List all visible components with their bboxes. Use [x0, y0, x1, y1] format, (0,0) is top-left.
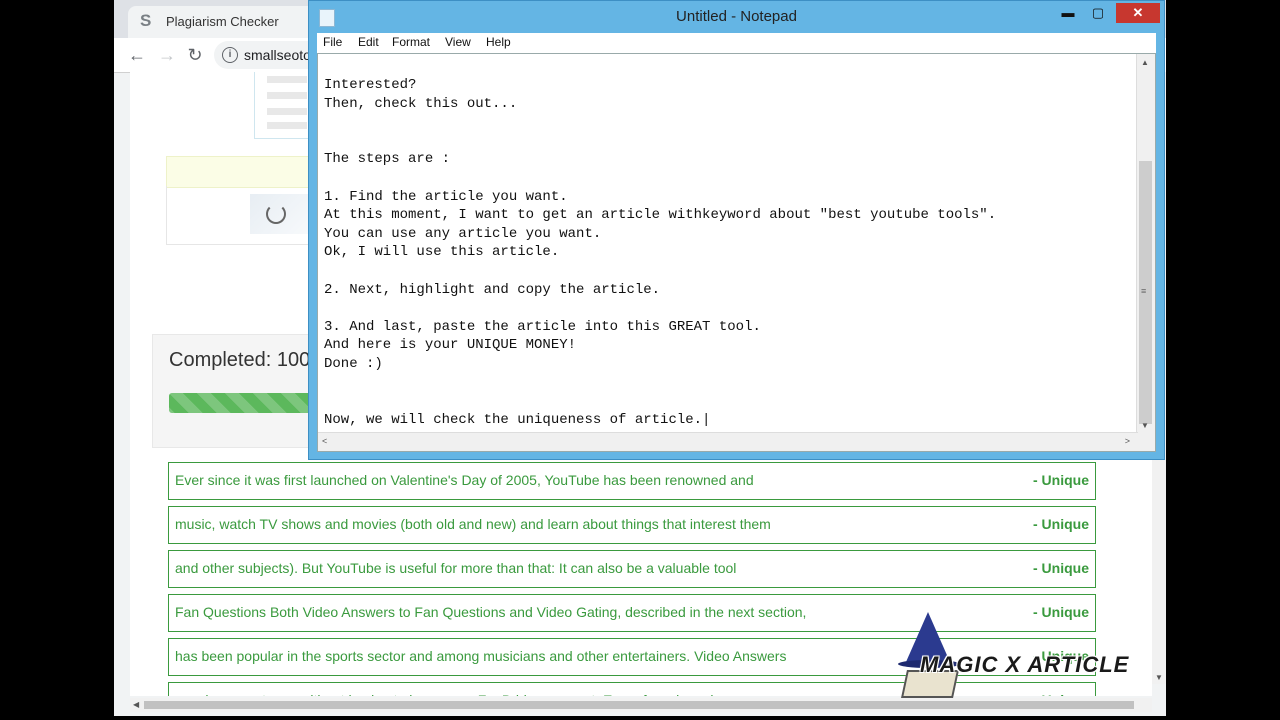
scroll-right-icon[interactable]: >: [1125, 436, 1130, 446]
browser-tab[interactable]: S Plagiarism Checker: [128, 6, 318, 38]
page-horizontal-scroll-thumb[interactable]: [144, 701, 1134, 709]
placeholder-line: [267, 122, 307, 129]
forward-icon[interactable]: →: [156, 44, 178, 66]
result-text: Fan Questions Both Video Answers to Fan …: [175, 604, 807, 620]
loading-spinner-icon: [266, 204, 286, 224]
menu-format[interactable]: Format: [392, 35, 430, 49]
info-icon[interactable]: i: [222, 47, 238, 63]
result-status-badge: - Unique: [1033, 560, 1089, 576]
magic-x-article-logo: MAGIC X ARTICLE: [890, 612, 1130, 702]
placeholder-line: [267, 76, 307, 83]
placeholder-line: [267, 108, 307, 115]
minimize-button[interactable]: ▬: [1056, 3, 1080, 23]
smallseotools-logo-icon: S: [140, 11, 152, 30]
notepad-horizontal-scrollbar[interactable]: < >: [318, 432, 1138, 451]
result-status-badge: - Unique: [1033, 472, 1089, 488]
scroll-left-icon[interactable]: <: [322, 436, 327, 446]
result-row: music, watch TV shows and movies (both o…: [168, 506, 1096, 544]
size-grip[interactable]: [1137, 433, 1155, 451]
menu-file[interactable]: File: [323, 35, 342, 49]
result-status-badge: - Unique: [1033, 516, 1089, 532]
tab-title: Plagiarism Checker: [166, 14, 279, 29]
result-text: has been popular in the sports sector an…: [175, 648, 787, 664]
scroll-grip-icon: ≡: [1141, 286, 1147, 296]
result-row: and other subjects). But YouTube is usef…: [168, 550, 1096, 588]
scroll-down-icon[interactable]: ▼: [1141, 421, 1149, 430]
logo-text: MAGIC X ARTICLE: [920, 652, 1130, 677]
menu-help[interactable]: Help: [486, 35, 511, 49]
scroll-left-icon[interactable]: ◀: [133, 700, 139, 709]
menu-view[interactable]: View: [445, 35, 471, 49]
notepad-vertical-scrollbar[interactable]: ▲ ≡ ▼: [1136, 54, 1155, 434]
result-row: Ever since it was first launched on Vale…: [168, 462, 1096, 500]
notepad-edit-area[interactable]: Interested? Then, check this out... The …: [317, 53, 1156, 452]
menu-edit[interactable]: Edit: [358, 35, 379, 49]
notepad-title: Untitled - Notepad: [676, 8, 797, 25]
scroll-down-icon[interactable]: ▼: [1155, 673, 1163, 682]
result-text: music, watch TV shows and movies (both o…: [175, 516, 771, 532]
scroll-up-icon[interactable]: ▲: [1141, 58, 1149, 67]
result-text: may have sent you, without having to lea…: [175, 692, 763, 696]
placeholder-line: [267, 92, 307, 99]
notepad-title-bar[interactable]: Untitled - Notepad ▬ ▢ ✕: [309, 1, 1164, 33]
back-icon[interactable]: ←: [126, 44, 148, 66]
notepad-menu-bar: File Edit Format View Help: [317, 33, 1156, 53]
completed-label: Completed: 100: [169, 349, 311, 371]
result-text: Ever since it was first launched on Vale…: [175, 472, 754, 488]
maximize-button[interactable]: ▢: [1086, 3, 1110, 23]
address-url: smallseoto: [244, 47, 311, 63]
notepad-window: Untitled - Notepad ▬ ▢ ✕ File Edit Forma…: [308, 0, 1165, 460]
reload-icon[interactable]: ↻: [184, 44, 206, 66]
result-text: and other subjects). But YouTube is usef…: [175, 560, 737, 576]
close-button[interactable]: ✕: [1116, 3, 1160, 23]
notepad-text[interactable]: Interested? Then, check this out... The …: [324, 76, 1136, 436]
